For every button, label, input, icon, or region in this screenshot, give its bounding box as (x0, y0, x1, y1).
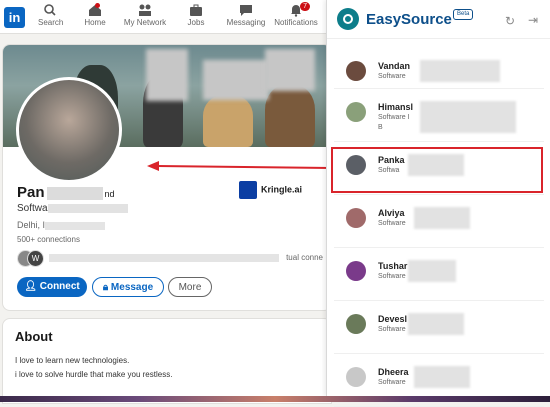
profile-avatar[interactable] (16, 77, 122, 183)
candidate-name: Himansl (378, 102, 414, 112)
messaging-icon (240, 5, 252, 16)
list-item[interactable]: Alviya Software (334, 195, 544, 248)
nav-messaging-label: Messaging (226, 18, 266, 27)
mutual-avatar: W (27, 250, 44, 267)
candidate-list: Vandan Software Himansl Software I B Pan… (334, 48, 544, 407)
candidate-avatar-placeholder (346, 367, 366, 387)
nav-my-network-label: My Network (123, 18, 167, 27)
linkedin-top-nav: in Search Home My Network Jobs Messaging… (0, 0, 330, 34)
company-logo (239, 181, 257, 199)
blurred-face (203, 60, 269, 100)
location-redaction (45, 221, 106, 230)
candidate-role: Software (378, 326, 406, 333)
nav-home-label: Home (84, 18, 106, 27)
candidate-name: Devesl (378, 314, 408, 324)
connect-label: Connect (39, 281, 80, 292)
candidate-extra: B (378, 124, 383, 131)
linkedin-logo[interactable]: in (4, 7, 25, 28)
candidate-avatar (346, 261, 366, 281)
nav-notifications-label: Notifications (274, 18, 318, 27)
headline-redaction (47, 203, 128, 213)
profile-location-visible: Delhi, I (17, 220, 46, 230)
current-company[interactable]: Kringle.ai (239, 181, 302, 199)
easysource-title: EasySource (366, 11, 452, 28)
candidate-name: Dheera (378, 367, 409, 377)
nav-jobs-label: Jobs (187, 18, 205, 27)
easysource-logo-icon (337, 8, 359, 30)
beta-badge: Beta (453, 9, 474, 20)
collapse-panel-icon[interactable]: ⇥ (528, 13, 538, 27)
candidate-redaction (408, 260, 456, 282)
mutual-connections-text: tual conne (286, 253, 323, 262)
desktop-wallpaper-strip (0, 396, 550, 402)
connect-icon: 👤︎ (24, 281, 40, 292)
annotation-arrow (147, 161, 332, 171)
notifications-badge: 7 (300, 2, 310, 11)
candidate-redaction (414, 366, 470, 388)
search-icon (44, 4, 56, 16)
candidate-avatar (346, 208, 366, 228)
candidate-role: Software I (378, 114, 410, 121)
candidate-name: Vandan (378, 61, 411, 71)
profile-name-visible: Pan (17, 184, 45, 201)
nav-notifications[interactable]: 7 Notifications (274, 2, 318, 27)
about-line-1: I love to learn new technologies. (15, 356, 130, 365)
candidate-role: Software (378, 220, 406, 227)
list-item[interactable]: Tushar Software (334, 248, 544, 301)
candidate-name: Tushar (378, 261, 408, 271)
profile-card: Kringle.ai Pan nd Softwa Delhi, I 500+ co… (2, 44, 332, 311)
cover-person-shape (203, 95, 253, 147)
mutual-connections[interactable]: W tual conne (17, 249, 327, 267)
nav-jobs[interactable]: Jobs (184, 3, 208, 27)
nav-search-label: Search (38, 18, 64, 27)
connections-count[interactable]: 500+ connections (17, 235, 80, 244)
refresh-icon[interactable]: ↻ (505, 14, 515, 28)
lock-icon: 🔒︎ (102, 282, 111, 293)
list-item[interactable]: Devesl Software (334, 301, 544, 354)
cover-person-shape (265, 85, 315, 147)
easysource-panel: EasySource Beta ↻ ⇥ Vandan Software Hima… (326, 0, 550, 407)
profile-headline: Softwa (17, 203, 128, 214)
nav-home[interactable]: Home (82, 3, 108, 27)
nav-my-network[interactable]: My Network (122, 3, 168, 27)
message-button[interactable]: 🔒︎ Message (92, 277, 164, 297)
profile-headline-visible: Softwa (17, 203, 48, 214)
profile-name: Pan nd (17, 184, 115, 201)
company-name: Kringle.ai (261, 184, 303, 195)
candidate-name: Alviya (378, 208, 405, 218)
home-notification-dot (95, 3, 100, 8)
profile-name-suffix: nd (104, 189, 115, 199)
candidate-avatar (346, 314, 366, 334)
connect-button[interactable]: 👤︎ Connect (17, 277, 87, 297)
about-title: About (15, 329, 53, 344)
list-item[interactable]: Vandan Software (334, 48, 544, 89)
candidate-role: Software (378, 273, 406, 280)
candidate-role: Software (378, 379, 406, 386)
candidate-redaction (420, 60, 500, 82)
nav-messaging[interactable]: Messaging (226, 3, 266, 27)
candidate-redaction (408, 313, 464, 335)
candidate-avatar (346, 61, 366, 81)
list-item[interactable]: Himansl Software I B (334, 89, 544, 142)
blurred-face (265, 49, 315, 91)
jobs-icon (190, 4, 202, 16)
candidate-role: Software (378, 73, 406, 80)
nav-search[interactable]: Search (38, 3, 64, 27)
easysource-header: EasySource Beta ↻ ⇥ (327, 0, 550, 39)
name-redaction (46, 186, 103, 200)
about-line-2: i love to solve hurdle that make you res… (15, 370, 173, 379)
profile-location: Delhi, I (17, 220, 106, 230)
candidate-avatar (346, 102, 366, 122)
message-label: Message (110, 282, 154, 293)
mutual-redaction (49, 254, 279, 262)
network-icon (139, 4, 151, 16)
candidate-redaction (420, 101, 516, 133)
about-section: About I love to learn new technologies. … (2, 318, 332, 404)
blurred-face (146, 49, 188, 101)
selected-candidate-highlight (331, 147, 543, 193)
more-button[interactable]: More (168, 277, 212, 297)
candidate-redaction (414, 207, 470, 229)
